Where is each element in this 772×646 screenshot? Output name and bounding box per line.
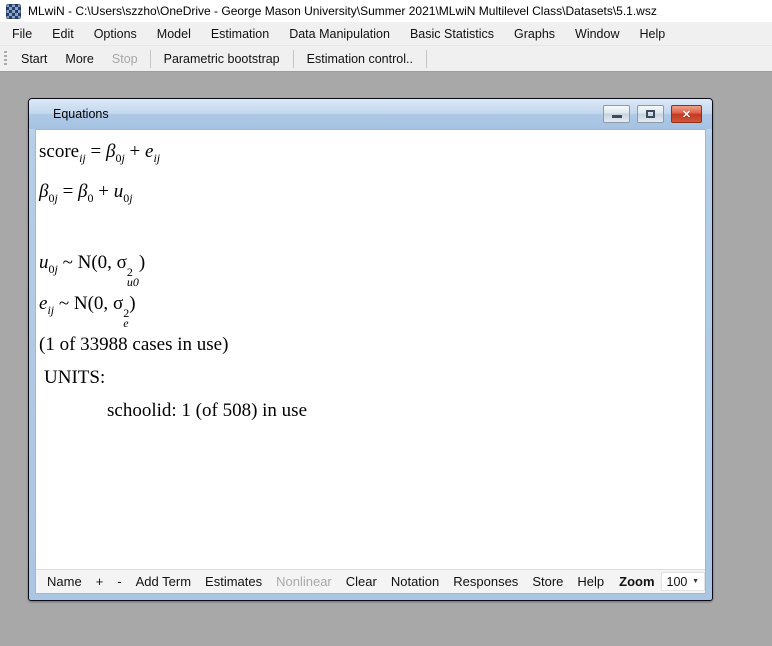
equation-line: UNITS: (39, 361, 697, 394)
responses-button[interactable]: Responses (446, 574, 525, 589)
minus-button[interactable]: - (110, 574, 128, 589)
equation-line: eij ~ N(0, σ2e) (39, 287, 697, 328)
mlwin-application-window: MLwiN - C:\Users\szzho\OneDrive - George… (0, 0, 772, 646)
equation-line: β0j = β0 + u0j (39, 175, 697, 215)
close-icon: ✕ (682, 108, 691, 121)
plus-button[interactable]: + (89, 574, 111, 589)
menu-graphs[interactable]: Graphs (504, 22, 565, 45)
zoom-select[interactable]: 100 ▼ (661, 572, 705, 591)
toolbar-grip-handle[interactable] (4, 51, 7, 67)
equations-window-title: Equations (53, 107, 109, 121)
mdi-client-area: Equations ✕ scoreij = β0j + eijβ0j = β0 … (0, 73, 772, 646)
mlwin-app-icon[interactable] (6, 4, 21, 19)
more-button[interactable]: More (56, 52, 102, 66)
equations-window: Equations ✕ scoreij = β0j + eijβ0j = β0 … (28, 98, 713, 601)
menu-model[interactable]: Model (147, 22, 201, 45)
equations-titlebar[interactable]: Equations ✕ (29, 99, 712, 129)
zoom-label: Zoom (611, 574, 658, 589)
minimize-icon (612, 115, 622, 118)
parametric-bootstrap-button[interactable]: Parametric bootstrap (154, 52, 290, 66)
equations-body: scoreij = β0j + eijβ0j = β0 + u0j u0j ~ N… (35, 129, 706, 594)
main-window-title: MLwiN - C:\Users\szzho\OneDrive - George… (28, 4, 657, 18)
equation-line: (1 of 33988 cases in use) (39, 328, 697, 361)
start-button[interactable]: Start (12, 52, 56, 66)
menu-edit[interactable]: Edit (42, 22, 84, 45)
superscript-subscript-stack: 2u0 (127, 267, 139, 287)
add-term-button[interactable]: Add Term (129, 574, 198, 589)
stop-button: Stop (103, 52, 147, 66)
chevron-down-icon: ▼ (692, 578, 699, 585)
equations-content: scoreij = β0j + eijβ0j = β0 + u0j u0j ~ N… (36, 130, 705, 569)
toolbar-separator (293, 50, 294, 68)
menu-file[interactable]: File (2, 22, 42, 45)
menu-estimation[interactable]: Estimation (201, 22, 279, 45)
store-button[interactable]: Store (525, 574, 570, 589)
nonlinear-button: Nonlinear (269, 574, 339, 589)
help-button[interactable]: Help (570, 574, 611, 589)
window-control-buttons: ✕ (603, 105, 702, 123)
maximize-icon (646, 110, 655, 118)
equation-line: schoolid: 1 (of 508) in use (39, 394, 697, 427)
equation-line: u0j ~ N(0, σ2u0) (39, 246, 697, 287)
menu-bar: File Edit Options Model Estimation Data … (0, 22, 772, 46)
run-toolbar: Start More Stop Parametric bootstrap Est… (0, 46, 772, 72)
equation-line (39, 215, 697, 246)
estimates-button[interactable]: Estimates (198, 574, 269, 589)
menu-help[interactable]: Help (630, 22, 676, 45)
menu-data-manipulation[interactable]: Data Manipulation (279, 22, 400, 45)
estimation-control-button[interactable]: Estimation control.. (297, 52, 423, 66)
main-titlebar: MLwiN - C:\Users\szzho\OneDrive - George… (0, 0, 772, 22)
menu-options[interactable]: Options (84, 22, 147, 45)
maximize-button[interactable] (637, 105, 664, 123)
equations-toolbar: Name + - Add Term Estimates Nonlinear Cl… (36, 569, 705, 593)
close-button[interactable]: ✕ (671, 105, 702, 123)
name-button[interactable]: Name (40, 574, 89, 589)
equation-line: scoreij = β0j + eij (39, 135, 697, 175)
clear-button[interactable]: Clear (339, 574, 384, 589)
minimize-button[interactable] (603, 105, 630, 123)
menu-window[interactable]: Window (565, 22, 629, 45)
menu-basic-statistics[interactable]: Basic Statistics (400, 22, 504, 45)
notation-button[interactable]: Notation (384, 574, 446, 589)
zoom-value: 100 (667, 575, 688, 589)
toolbar-separator (150, 50, 151, 68)
toolbar-separator (426, 50, 427, 68)
